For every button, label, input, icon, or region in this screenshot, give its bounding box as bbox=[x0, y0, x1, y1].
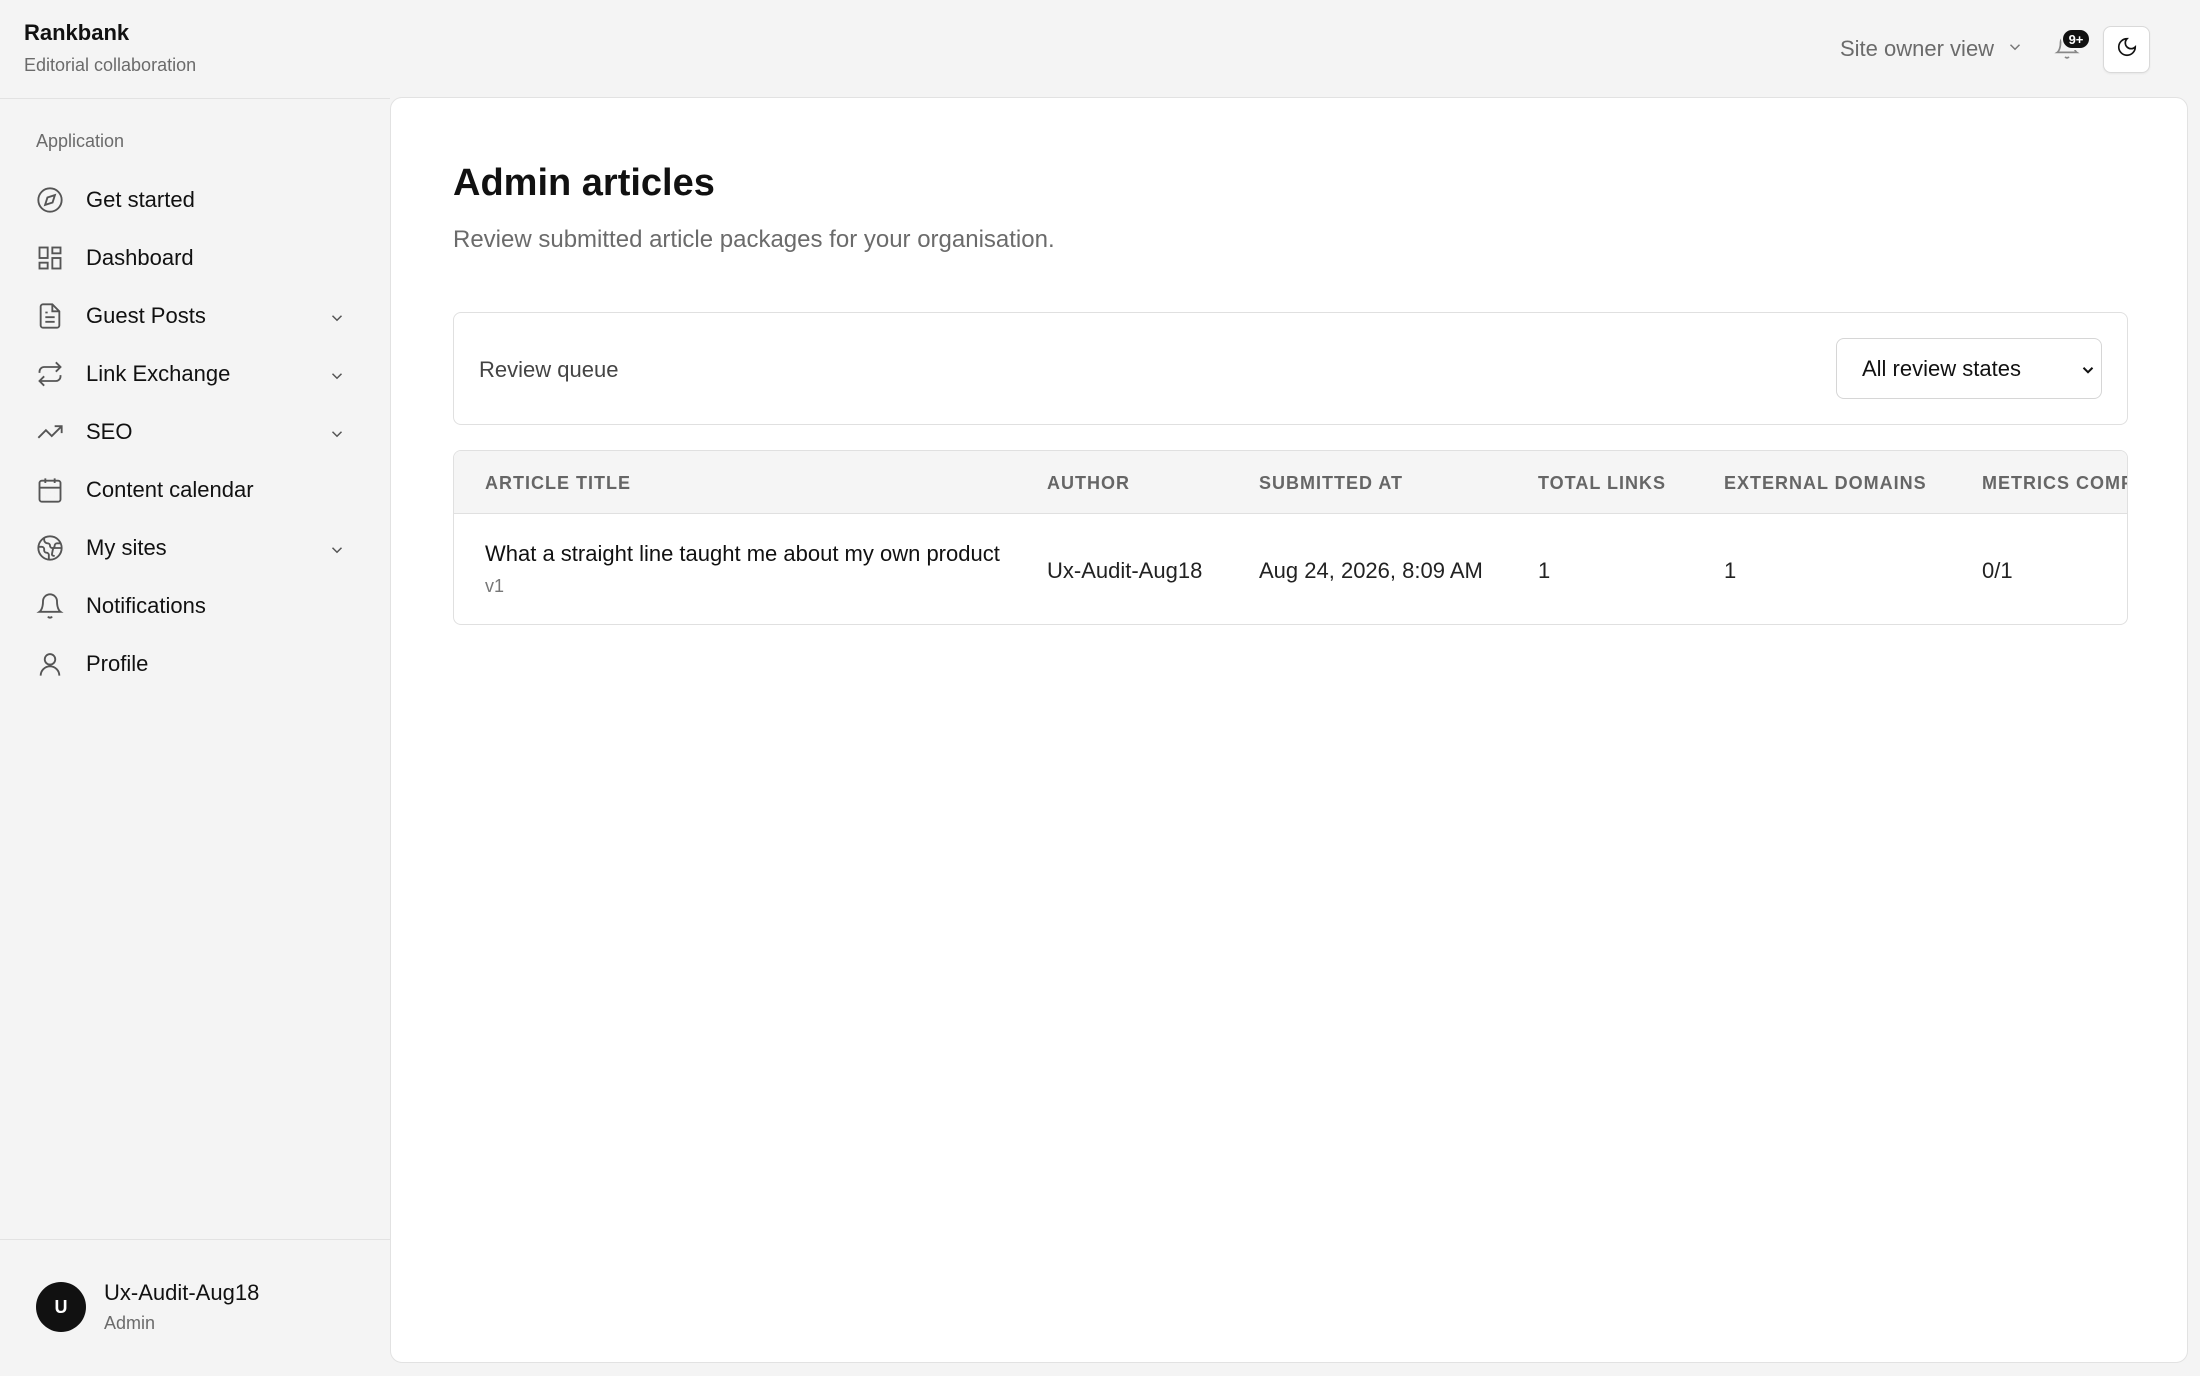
column-header-external-domains[interactable]: EXTERNAL DOMAINS bbox=[1724, 473, 1927, 494]
table-header: ARTICLE TITLE AUTHOR SUBMITTED AT TOTAL … bbox=[454, 451, 2127, 514]
sidebar-item-label: SEO bbox=[86, 419, 133, 444]
chevron-down-icon[interactable] bbox=[328, 539, 346, 557]
sidebar-item-content-calendar[interactable]: Content calendar bbox=[24, 461, 364, 519]
sidebar: Application Get started Dashboard Guest … bbox=[0, 98, 390, 1375]
theme-toggle-button[interactable] bbox=[2103, 26, 2150, 73]
avatar: U bbox=[36, 1282, 86, 1332]
column-header-author[interactable]: AUTHOR bbox=[1047, 473, 1130, 494]
bell-icon bbox=[36, 592, 64, 620]
article-total-links: 1 bbox=[1538, 558, 1551, 583]
sidebar-item-notifications[interactable]: Notifications bbox=[24, 577, 364, 635]
article-title-link[interactable]: What a straight line taught me about my … bbox=[485, 541, 1000, 567]
sidebar-item-label: Notifications bbox=[86, 593, 206, 618]
user-icon bbox=[36, 650, 64, 678]
column-header-total-links[interactable]: TOTAL LINKS bbox=[1538, 473, 1666, 494]
compass-icon bbox=[36, 186, 64, 214]
article-author: Ux-Audit-Aug18 bbox=[1047, 558, 1203, 583]
article-submitted-at: Aug 24, 2026, 8:09 AM bbox=[1259, 558, 1483, 583]
sidebar-item-label: My sites bbox=[86, 535, 167, 560]
column-header-submitted-at[interactable]: SUBMITTED AT bbox=[1259, 473, 1403, 494]
dashboard-icon bbox=[36, 244, 64, 272]
calendar-icon bbox=[36, 476, 64, 504]
sidebar-item-guest-posts[interactable]: Guest Posts bbox=[24, 287, 364, 345]
column-header-article-title[interactable]: ARTICLE TITLE bbox=[485, 473, 631, 494]
column-header-metrics[interactable]: METRICS COMP bbox=[1982, 473, 2127, 494]
article-external-domains: 1 bbox=[1724, 558, 1737, 583]
page-title: Admin articles bbox=[453, 162, 715, 204]
review-state-select[interactable]: All review states bbox=[1836, 338, 2102, 399]
sidebar-item-link-exchange[interactable]: Link Exchange bbox=[24, 345, 364, 403]
notification-count-badge: 9+ bbox=[2061, 28, 2091, 50]
chevron-down-icon[interactable] bbox=[328, 365, 346, 383]
moon-icon bbox=[2116, 36, 2138, 63]
article-metrics: 0/1 bbox=[1982, 558, 2013, 583]
sidebar-item-label: Guest Posts bbox=[86, 303, 206, 328]
sidebar-item-label: Link Exchange bbox=[86, 361, 231, 386]
user-role: Admin bbox=[104, 1313, 156, 1333]
main-content: Admin articles Review submitted article … bbox=[390, 97, 2188, 1363]
document-icon bbox=[36, 302, 64, 330]
sidebar-item-profile[interactable]: Profile bbox=[24, 635, 364, 693]
sidebar-item-label: Content calendar bbox=[86, 477, 254, 502]
chevron-down-icon bbox=[2006, 36, 2024, 62]
view-switcher-label: Site owner view bbox=[1840, 36, 1995, 61]
chevron-down-icon bbox=[2082, 367, 2094, 374]
chevron-down-icon[interactable] bbox=[328, 423, 346, 441]
user-name: Ux-Audit-Aug18 bbox=[104, 1280, 260, 1305]
brand[interactable]: Rankbank Editorial collaboration bbox=[24, 20, 196, 76]
table-row[interactable]: What a straight line taught me about my … bbox=[454, 514, 2127, 624]
sidebar-nav: Get started Dashboard Guest Posts Link E… bbox=[24, 171, 364, 693]
review-state-selected: All review states bbox=[1862, 355, 2021, 381]
articles-table: ARTICLE TITLE AUTHOR SUBMITTED AT TOTAL … bbox=[453, 450, 2128, 625]
brand-name: Rankbank bbox=[24, 20, 130, 45]
sidebar-item-seo[interactable]: SEO bbox=[24, 403, 364, 461]
top-bar: Rankbank Editorial collaboration Site ow… bbox=[0, 0, 2200, 98]
sidebar-item-label: Dashboard bbox=[86, 245, 194, 270]
sidebar-item-label: Get started bbox=[86, 187, 195, 212]
page-subtitle: Review submitted article packages for yo… bbox=[453, 226, 1055, 253]
chevron-down-icon[interactable] bbox=[328, 307, 346, 325]
review-queue-label: Review queue bbox=[479, 357, 619, 382]
review-queue-card: Review queue All review states bbox=[453, 312, 2128, 425]
view-switcher[interactable]: Site owner view bbox=[1840, 34, 2024, 64]
brand-subtitle: Editorial collaboration bbox=[24, 55, 197, 75]
sidebar-item-label: Profile bbox=[86, 651, 149, 676]
sidebar-item-dashboard[interactable]: Dashboard bbox=[24, 229, 364, 287]
user-account-panel[interactable]: U Ux-Audit-Aug18 Admin bbox=[0, 1239, 390, 1376]
exchange-icon bbox=[36, 360, 64, 388]
trending-icon bbox=[36, 418, 64, 446]
sidebar-section-label: Application bbox=[36, 131, 125, 151]
sidebar-item-get-started[interactable]: Get started bbox=[24, 171, 364, 229]
globe-icon bbox=[36, 534, 64, 562]
sidebar-item-my-sites[interactable]: My sites bbox=[24, 519, 364, 577]
article-version: v1 bbox=[485, 576, 505, 596]
